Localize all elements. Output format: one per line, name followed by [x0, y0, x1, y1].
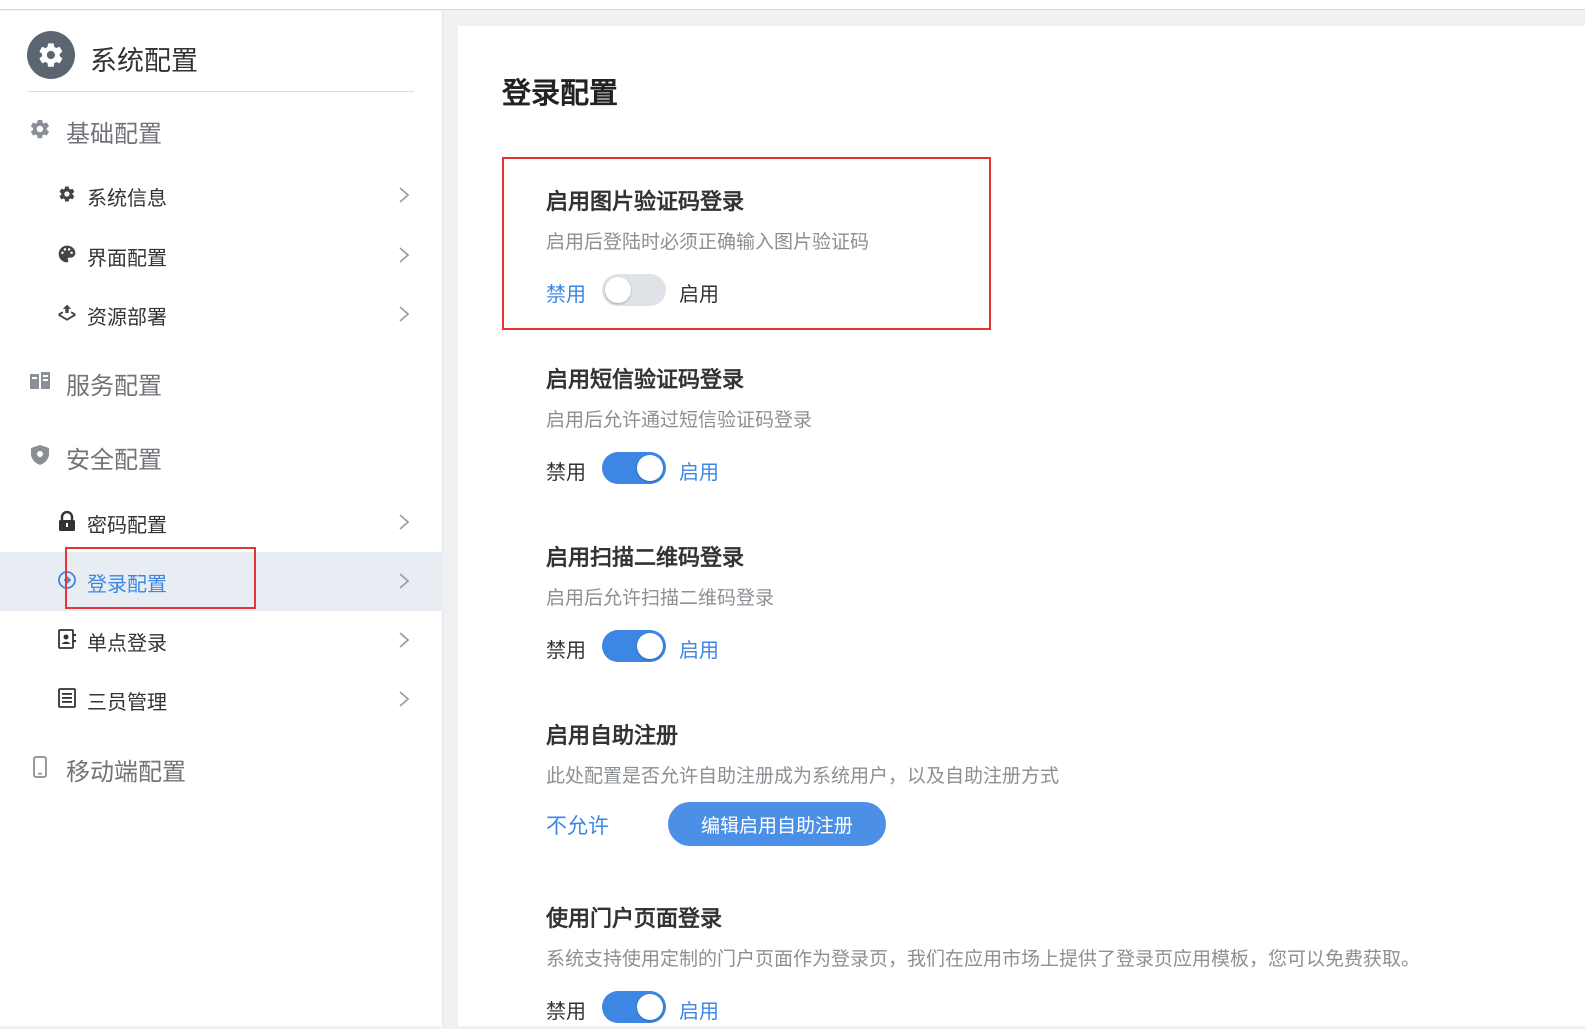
- section-title: 启用扫描二维码登录: [546, 546, 745, 571]
- sidebar-group-service[interactable]: 服务配置: [0, 360, 443, 404]
- sidebar-item-label: 三员管理: [87, 690, 167, 714]
- sidebar-header: 系统配置: [27, 31, 414, 92]
- page-title: 登录配置: [502, 76, 619, 110]
- sidebar-group-basic[interactable]: 基础配置: [0, 108, 443, 152]
- sidebar-item-label: 资源部署: [87, 305, 167, 329]
- main-content: 登录配置 启用图片验证码登录 启用后登陆时必须正确输入图片验证码 禁用 启用 启…: [458, 26, 1585, 1026]
- qrcode-login-toggle[interactable]: [602, 630, 666, 662]
- sidebar-group-security[interactable]: 安全配置: [0, 434, 443, 478]
- chevron-right-icon: [399, 247, 410, 263]
- toggle-on-label: 启用: [679, 460, 719, 484]
- chevron-right-icon: [399, 187, 410, 203]
- toggle-on-label: 启用: [679, 638, 719, 662]
- palette-icon: [57, 244, 77, 264]
- toggle-on-label: 启用: [679, 999, 719, 1023]
- section-title: 启用短信验证码登录: [546, 368, 745, 393]
- toggle-knob: [637, 455, 663, 481]
- toggle-knob: [637, 633, 663, 659]
- lock-icon: [57, 511, 77, 531]
- toggle-knob: [637, 994, 663, 1020]
- toggle-off-label: 禁用: [546, 638, 586, 662]
- shield-icon: [29, 444, 51, 466]
- sidebar-group-mobile[interactable]: 移动端配置: [0, 746, 443, 790]
- toggle-on-label: 启用: [679, 282, 719, 306]
- toggle-row: 禁用 启用: [546, 628, 1446, 668]
- id-card-icon: [57, 629, 77, 649]
- sidebar-item-label: 界面配置: [87, 246, 167, 270]
- toggle-off-label: 禁用: [546, 999, 586, 1023]
- sidebar-item-system-info[interactable]: 系统信息: [0, 166, 443, 225]
- chevron-right-icon: [399, 306, 410, 322]
- section-description: 启用后登陆时必须正确输入图片验证码: [546, 231, 870, 253]
- sidebar-item-three-admin[interactable]: 三员管理: [0, 670, 443, 729]
- section-title: 启用自助注册: [546, 724, 679, 749]
- sidebar-item-resource-deploy[interactable]: 资源部署: [0, 285, 443, 344]
- server-icon: [29, 370, 51, 392]
- sidebar-item-ui-config[interactable]: 界面配置: [0, 226, 443, 285]
- section-description: 启用后允许扫描二维码登录: [546, 587, 775, 609]
- sidebar-item-password-config[interactable]: 密码配置: [0, 493, 443, 552]
- section-title: 启用图片验证码登录: [546, 190, 745, 215]
- upload-icon: [57, 303, 77, 323]
- gear-icon: [27, 31, 75, 79]
- sidebar-group-label: 移动端配置: [66, 758, 186, 786]
- gear-icon: [57, 184, 77, 204]
- section-description: 启用后允许通过短信验证码登录: [546, 409, 813, 431]
- sidebar-group-label: 服务配置: [66, 372, 162, 400]
- sidebar: 系统配置 基础配置 系统信息 界面配置 资源部署 服务配置 安全配置 密码配置 …: [0, 11, 443, 1026]
- toggle-row: 禁用 启用: [546, 272, 1446, 312]
- toggle-row: 禁用 启用: [546, 450, 1446, 490]
- section-description: 此处配置是否允许自助注册成为系统用户，以及自助注册方式: [546, 765, 1060, 787]
- register-row: 不允许 编辑启用自助注册: [546, 802, 1446, 846]
- sms-captcha-toggle[interactable]: [602, 452, 666, 484]
- edit-self-register-button[interactable]: 编辑启用自助注册: [668, 802, 886, 846]
- image-captcha-toggle[interactable]: [602, 274, 666, 306]
- gear-icon: [29, 118, 51, 140]
- sidebar-group-label: 安全配置: [66, 446, 162, 474]
- toggle-knob: [605, 277, 631, 303]
- sidebar-item-label: 密码配置: [87, 513, 167, 537]
- sidebar-item-label: 单点登录: [87, 631, 167, 655]
- sidebar-item-label: 登录配置: [87, 572, 167, 596]
- sidebar-title: 系统配置: [90, 46, 198, 77]
- chevron-right-icon: [399, 632, 410, 648]
- register-status: 不允许: [546, 814, 609, 838]
- chevron-right-icon: [399, 514, 410, 530]
- list-icon: [57, 688, 77, 708]
- section-title: 使用门户页面登录: [546, 907, 723, 932]
- top-border: [0, 0, 1585, 10]
- chevron-right-icon: [399, 573, 410, 589]
- sidebar-item-login-config[interactable]: 登录配置: [0, 552, 443, 611]
- section-description: 系统支持使用定制的门户页面作为登录页，我们在应用市场上提供了登录页应用模板，您可…: [546, 948, 1421, 970]
- toggle-row: 禁用 启用: [546, 989, 1446, 1029]
- sidebar-group-label: 基础配置: [66, 120, 162, 148]
- login-icon: [57, 570, 77, 590]
- toggle-off-label: 禁用: [546, 282, 586, 306]
- chevron-right-icon: [399, 691, 410, 707]
- portal-login-toggle[interactable]: [602, 991, 666, 1023]
- toggle-off-label: 禁用: [546, 460, 586, 484]
- mobile-icon: [29, 756, 51, 778]
- sidebar-item-sso[interactable]: 单点登录: [0, 611, 443, 670]
- sidebar-item-label: 系统信息: [87, 186, 167, 210]
